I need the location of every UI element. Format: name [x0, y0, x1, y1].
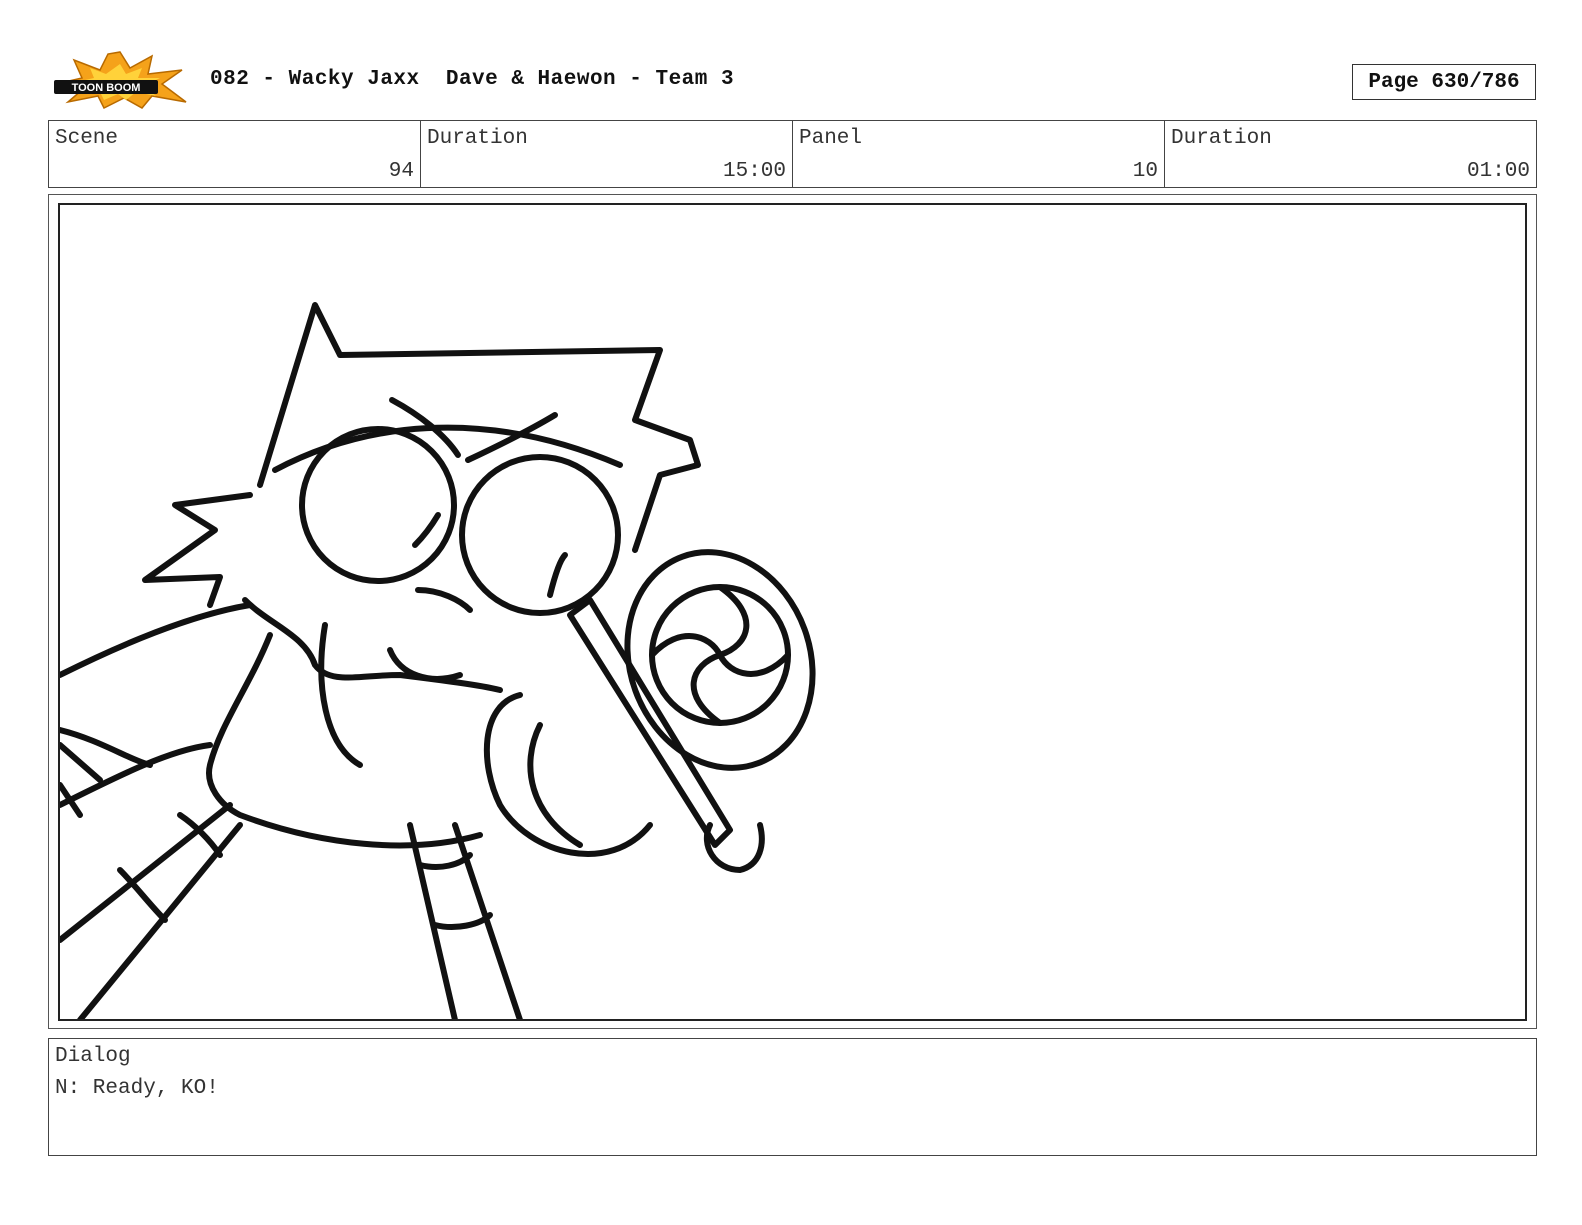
scene-duration-label: Duration — [427, 127, 528, 150]
dialog-label: Dialog — [55, 1045, 131, 1068]
page-number: Page 630/786 — [1368, 70, 1520, 94]
scene-duration-value: 15:00 — [722, 160, 786, 183]
panel-value: 10 — [1132, 160, 1158, 183]
panel-duration-label: Duration — [1171, 127, 1272, 150]
sketch-arm — [60, 602, 253, 678]
scene-label: Scene — [55, 127, 119, 150]
scene-duration-cell: Duration 15:00 — [421, 121, 793, 187]
panel-duration-value: 01:00 — [1466, 160, 1530, 183]
panel-info-row: Scene 94 Duration 15:00 Panel 10 Duratio… — [48, 120, 1537, 188]
sketch-glove — [483, 692, 653, 857]
scene-cell: Scene 94 — [49, 121, 421, 187]
storyboard-panel — [58, 203, 1527, 1021]
panel-cell: Panel 10 — [793, 121, 1165, 187]
logo-text: TOON BOOM — [72, 82, 141, 94]
dialog-box: Dialog N: Ready, KO! — [48, 1038, 1537, 1156]
panel-label: Panel — [799, 127, 863, 150]
sketch-left-eye — [299, 426, 457, 584]
storyboard-title: 082 - Wacky Jaxx Dave & Haewon - Team 3 — [210, 68, 735, 91]
storyboard-sketch — [60, 302, 816, 1019]
toon-boom-logo: TOON BOOM — [54, 51, 187, 110]
dialog-text: N: Ready, KO! — [55, 1077, 219, 1100]
sketch-right-eye — [459, 454, 621, 616]
scene-value: 94 — [388, 160, 414, 183]
sketch-torso — [206, 632, 483, 849]
page-indicator: Page 630/786 — [1352, 64, 1536, 100]
sketch-right-leg — [407, 822, 458, 1019]
panel-duration-cell: Duration 01:00 — [1165, 121, 1536, 187]
